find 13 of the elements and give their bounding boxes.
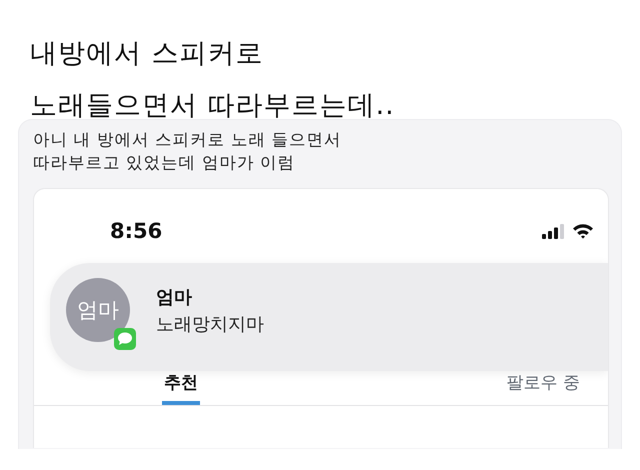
headline-line: 노래들으면서 따라부르는데..: [30, 89, 396, 123]
avatar: 엄마: [66, 278, 130, 342]
caption-line: 따라부르고 있었는데 엄마가 이럼: [33, 152, 296, 174]
sender-name: 엄마: [156, 286, 193, 308]
message-icon: [114, 328, 136, 350]
notification-banner[interactable]: 엄마 엄마 노래망치지마: [50, 263, 608, 371]
status-time: 8:56: [110, 219, 162, 243]
feed-tab[interactable]: 추천: [162, 363, 200, 405]
notification-message: 노래망치지마: [156, 312, 264, 336]
caption-line: 아니 내 방에서 스피커로 노래 들으면서: [33, 129, 343, 151]
wifi-icon: [572, 223, 594, 239]
headline-line: 내방에서 스피커로: [30, 37, 265, 71]
signal-icon: [542, 224, 564, 238]
